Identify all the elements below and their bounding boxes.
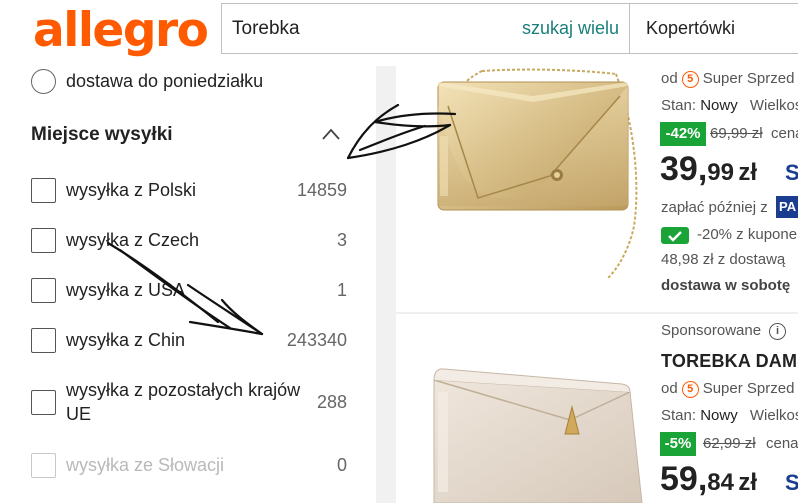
delivery-option-row[interactable]: dostawa do poniedziałku [31,68,263,94]
delivery-day: dostawa w sobotę [661,277,791,294]
filter-label: wysyłka z Polski [66,180,197,200]
filter-checkbox[interactable] [31,327,56,353]
filter-row-poland[interactable]: wysyłka z Polski 14859 [31,177,347,203]
filter-label: wysyłka z pozostałych krajów UE [66,380,301,424]
product-separator [396,312,798,314]
super-seller-icon: 5 [681,380,699,398]
filter-label: wysyłka z Czech [66,230,200,250]
filter-row-czech[interactable]: wysyłka z Czech 3 [31,227,347,253]
shipping-location-title: Miejsce wysyłki [31,124,173,145]
condition-row: Stan: Nowy Wielkoś [661,97,798,114]
filter-label: wysyłka z USA [66,280,186,300]
smart-icon: S [785,160,798,185]
column-divider [376,66,396,503]
filter-count: 3 [336,229,347,250]
old-price-suffix: cena [766,435,798,452]
price: 39,99 zł [660,150,758,188]
filter-label: wysyłka ze Słowacji [66,455,225,475]
super-seller-icon: 5 [681,70,699,88]
sponsored-label: Sponsorowane i [661,322,787,340]
filter-count: 0 [336,454,347,475]
filter-row-other-eu[interactable]: wysyłka z pozostałych krajów UE 288 [31,376,347,428]
filter-checkbox [31,452,56,478]
filter-row-china[interactable]: wysyłka z Chin 243340 [31,327,347,353]
filter-checkbox[interactable] [31,389,56,415]
seller-row: od 5 Super Sprzed [661,70,795,88]
pay-later-badge: PA [776,196,798,218]
product-title[interactable]: TOREBKA DAMSK [661,351,798,372]
old-price-suffix: cena [771,125,798,142]
filter-row-slovakia: wysyłka ze Słowacji 0 [31,452,347,478]
discount-badge: -5% [660,432,696,456]
filter-count: 243340 [286,329,347,350]
filter-row-usa[interactable]: wysyłka z USA 1 [31,277,347,303]
filter-checkbox[interactable] [31,177,56,203]
pay-later-text: zapłać później z [661,199,768,216]
old-price: 62,99 zł [703,435,756,452]
coupon-text: -20% z kupone [697,226,798,243]
info-icon[interactable]: i [769,322,787,340]
filter-count: 288 [316,391,347,412]
category-select[interactable]: Kopertówki [629,3,798,54]
discount-badge: -42% [660,122,706,146]
delivery-option-label: dostawa do poniedziałku [66,70,264,91]
search-box[interactable]: szukaj wielu [221,3,629,54]
condition-row: Stan: Nowy Wielkoś [661,407,798,424]
search-many-link[interactable]: szukaj wielu [522,18,619,39]
delivery-option-radio[interactable] [31,68,56,94]
top-header: allegro szukaj wielu Kopertówki [0,0,798,66]
filter-checkbox[interactable] [31,227,56,253]
filter-label: wysyłka z Chin [66,330,186,350]
seller-row: od 5 Super Sprzed [661,380,795,398]
filter-count: 14859 [296,179,347,200]
filter-count: 1 [336,279,347,300]
search-input[interactable] [232,4,512,53]
product-image-beige-clutch[interactable] [420,352,650,503]
product-image-gold-clutch[interactable] [420,66,650,306]
price: 59,84 zł [660,460,758,498]
old-price: 69,99 zł [710,125,763,142]
chevron-up-icon[interactable] [322,127,340,141]
allegro-logo[interactable]: allegro [33,3,209,59]
price-with-delivery: 48,98 zł z dostawą [661,251,786,268]
smart-icon: S [785,470,798,495]
coupon-icon [661,227,689,244]
filter-checkbox[interactable] [31,277,56,303]
